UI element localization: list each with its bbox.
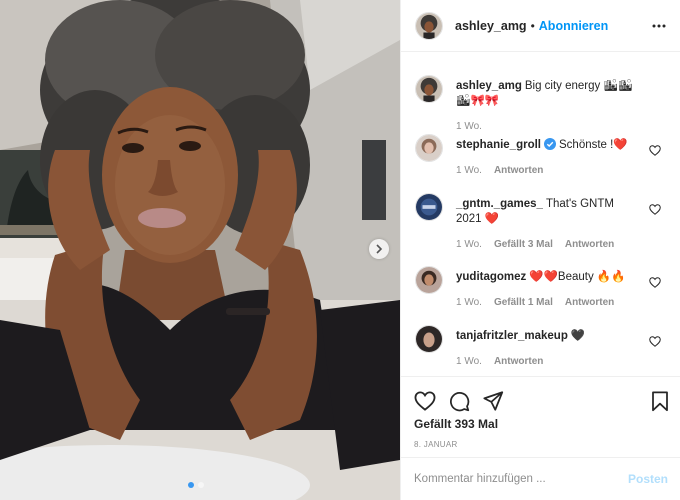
share-button[interactable] xyxy=(483,391,504,411)
commenter-avatar[interactable] xyxy=(415,134,443,162)
comment-time[interactable]: 1 Wo. xyxy=(456,297,482,308)
comment-text: yuditagomez ❤️❤️Beauty 🔥🔥 xyxy=(456,270,642,285)
portrait-photo xyxy=(0,0,400,500)
author-username[interactable]: ashley_amg xyxy=(455,19,527,33)
more-options-button[interactable] xyxy=(652,24,666,28)
chevron-right-icon xyxy=(376,244,383,254)
comment-button[interactable] xyxy=(449,391,470,412)
heart-outline-icon xyxy=(649,277,661,288)
instagram-post: ashley_amg • Abonnieren ashley_amg Big c… xyxy=(0,0,680,500)
heart-icon xyxy=(414,391,436,411)
avatar-image xyxy=(416,326,442,352)
post-actions: Gefällt 393 Mal 8. JANUAR xyxy=(401,376,680,450)
share-icon xyxy=(483,391,504,411)
next-image-button[interactable] xyxy=(369,239,389,259)
comment-username[interactable]: tanjafritzler_makeup xyxy=(456,330,568,342)
avatar-image xyxy=(416,194,442,220)
reply-button[interactable]: Antworten xyxy=(565,239,614,250)
add-comment-bar: Posten xyxy=(401,457,680,500)
save-button[interactable] xyxy=(651,390,669,412)
carousel-dot xyxy=(198,482,204,488)
commenter-avatar[interactable] xyxy=(415,325,443,353)
post-header: ashley_amg • Abonnieren xyxy=(401,0,680,52)
comment-input[interactable] xyxy=(414,473,628,485)
avatar-image xyxy=(416,267,442,293)
comment-item: _gntm._games_ That's GNTM 2021 ❤️ 1 Wo. G… xyxy=(415,184,667,250)
heart-outline-icon xyxy=(649,145,661,156)
like-comment-button[interactable] xyxy=(649,202,661,220)
comment-time[interactable]: 1 Wo. xyxy=(456,165,482,176)
follow-button[interactable]: Abonnieren xyxy=(539,19,608,33)
comment-meta: 1 Wo. Gefällt 1 Mal Antworten xyxy=(456,297,642,308)
comment-body: 🖤 xyxy=(570,330,586,342)
like-comment-button[interactable] xyxy=(649,275,661,293)
comment-text: _gntm._games_ That's GNTM 2021 ❤️ xyxy=(456,197,642,227)
caption-text: ashley_amg Big city energy 🏙🏙🏙🎀🎀 xyxy=(456,79,642,109)
comment-likes[interactable]: Gefällt 1 Mal xyxy=(494,297,553,308)
comment-username[interactable]: stephanie_groll xyxy=(456,139,541,151)
carousel-dots xyxy=(188,482,204,488)
verified-badge-icon xyxy=(544,138,556,150)
avatar-image xyxy=(416,76,442,102)
comment-username[interactable]: yuditagomez xyxy=(456,271,526,283)
caption-username[interactable]: ashley_amg xyxy=(456,80,522,92)
comment-body: Schönste !❤️ xyxy=(559,139,628,151)
caption-avatar[interactable] xyxy=(415,75,443,103)
comment-body: ❤️❤️Beauty 🔥🔥 xyxy=(529,271,626,283)
commenter-avatar[interactable] xyxy=(415,266,443,294)
reply-button[interactable]: Antworten xyxy=(494,165,543,176)
more-icon xyxy=(652,24,666,27)
author-avatar[interactable] xyxy=(415,11,443,40)
comment-meta: 1 Wo. Antworten xyxy=(456,356,642,367)
like-comment-button[interactable] xyxy=(649,143,661,161)
comment-text: stephanie_groll Schönste !❤️ xyxy=(456,138,642,153)
commenter-avatar[interactable] xyxy=(415,193,443,221)
bookmark-icon xyxy=(652,390,668,411)
header-separator: • xyxy=(530,18,535,33)
post-comment-button[interactable]: Posten xyxy=(628,472,668,486)
comment-meta: 1 Wo. Gefällt 3 Mal Antworten xyxy=(456,239,642,250)
comment-time[interactable]: 1 Wo. xyxy=(456,239,482,250)
comment-icon xyxy=(450,391,470,411)
likes-count[interactable]: Gefällt 393 Mal xyxy=(401,417,680,431)
reply-button[interactable]: Antworten xyxy=(494,356,543,367)
avatar-image xyxy=(416,12,442,39)
caption: ashley_amg Big city energy 🏙🏙🏙🎀🎀 1 Wo. xyxy=(415,66,667,132)
post-date[interactable]: 8. JANUAR xyxy=(401,440,680,449)
like-button[interactable] xyxy=(414,391,436,411)
comment-likes[interactable]: Gefällt 3 Mal xyxy=(494,239,553,250)
comment-meta: 1 Wo. Antworten xyxy=(456,165,642,176)
reply-button[interactable]: Antworten xyxy=(565,297,614,308)
comment-item: stephanie_groll Schönste !❤️ 1 Wo. Antwor… xyxy=(415,125,667,176)
heart-outline-icon xyxy=(649,204,661,215)
avatar-image xyxy=(416,135,442,161)
carousel-dot-active xyxy=(188,482,194,488)
heart-outline-icon xyxy=(649,336,661,347)
post-photo[interactable] xyxy=(0,0,400,500)
comment-item: tanjafritzler_makeup 🖤 1 Wo. Antworten xyxy=(415,316,667,367)
comment-item: yuditagomez ❤️❤️Beauty 🔥🔥 1 Wo. Gefällt 1… xyxy=(415,257,667,308)
comment-username[interactable]: _gntm._games_ xyxy=(456,198,543,210)
action-icons xyxy=(401,377,680,417)
comment-text: tanjafritzler_makeup 🖤 xyxy=(456,329,642,344)
like-comment-button[interactable] xyxy=(649,334,661,352)
comment-time[interactable]: 1 Wo. xyxy=(456,356,482,367)
comments-list: ashley_amg Big city energy 🏙🏙🏙🎀🎀 1 Wo. st… xyxy=(401,53,680,375)
post-side-panel: ashley_amg • Abonnieren ashley_amg Big c… xyxy=(400,0,680,500)
